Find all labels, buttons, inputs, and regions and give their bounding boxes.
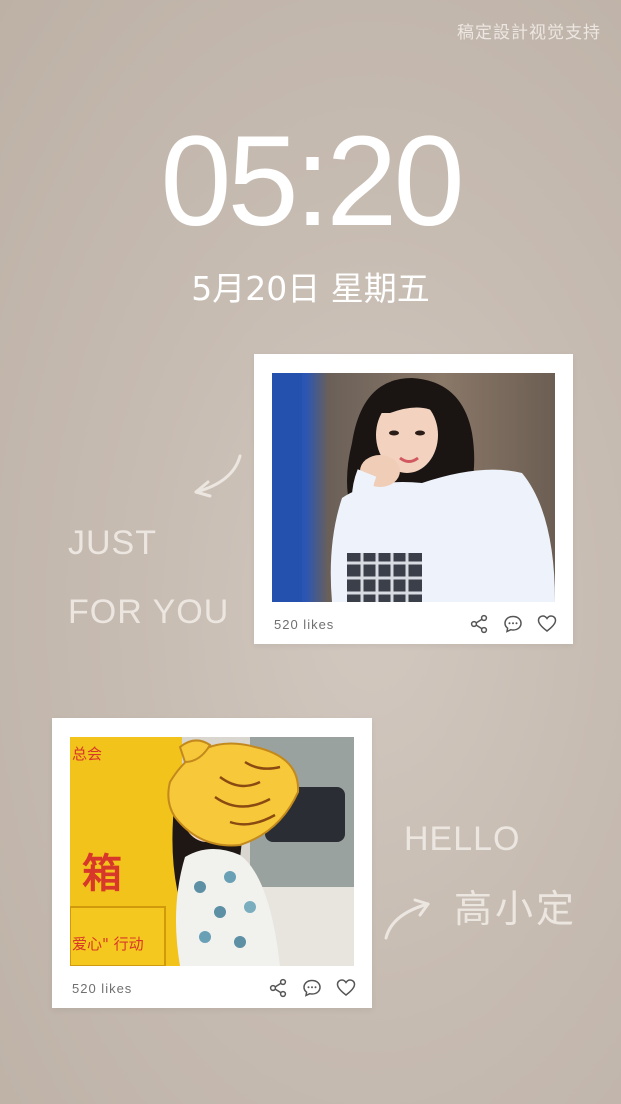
curved-arrow-icon <box>194 454 242 498</box>
caption-for-you: FOR YOU <box>68 593 230 631</box>
heart-icon[interactable] <box>537 614 557 634</box>
photo-card-2: 总会 箱 爱心" 行动 520 likes <box>52 718 372 1008</box>
sign-bottom-text: 爱心" 行动 <box>72 935 144 953</box>
caption-name: 高小定 <box>454 887 578 931</box>
photo-card-1: 520 likes <box>254 354 573 644</box>
caption-hello: HELLO <box>404 820 521 858</box>
caption-just: JUST <box>68 524 157 562</box>
watermark-text: 稿定設計视觉支持 <box>457 23 601 43</box>
photo-2: 总会 箱 爱心" 行动 <box>70 737 354 966</box>
sign-top-text: 总会 <box>72 745 102 763</box>
photo-1 <box>272 373 555 602</box>
comment-icon[interactable] <box>302 978 322 998</box>
share-icon[interactable] <box>469 614 489 634</box>
comment-icon[interactable] <box>503 614 523 634</box>
curved-arrow-icon <box>384 898 430 940</box>
heart-icon[interactable] <box>336 978 356 998</box>
clock-date: 5月20日 星期五 <box>191 269 430 308</box>
sign-char-text: 箱 <box>82 851 122 897</box>
likes-count: 520 likes <box>72 981 133 996</box>
clock-time: 05:20 <box>160 110 464 253</box>
share-icon[interactable] <box>268 978 288 998</box>
likes-count: 520 likes <box>274 617 335 632</box>
